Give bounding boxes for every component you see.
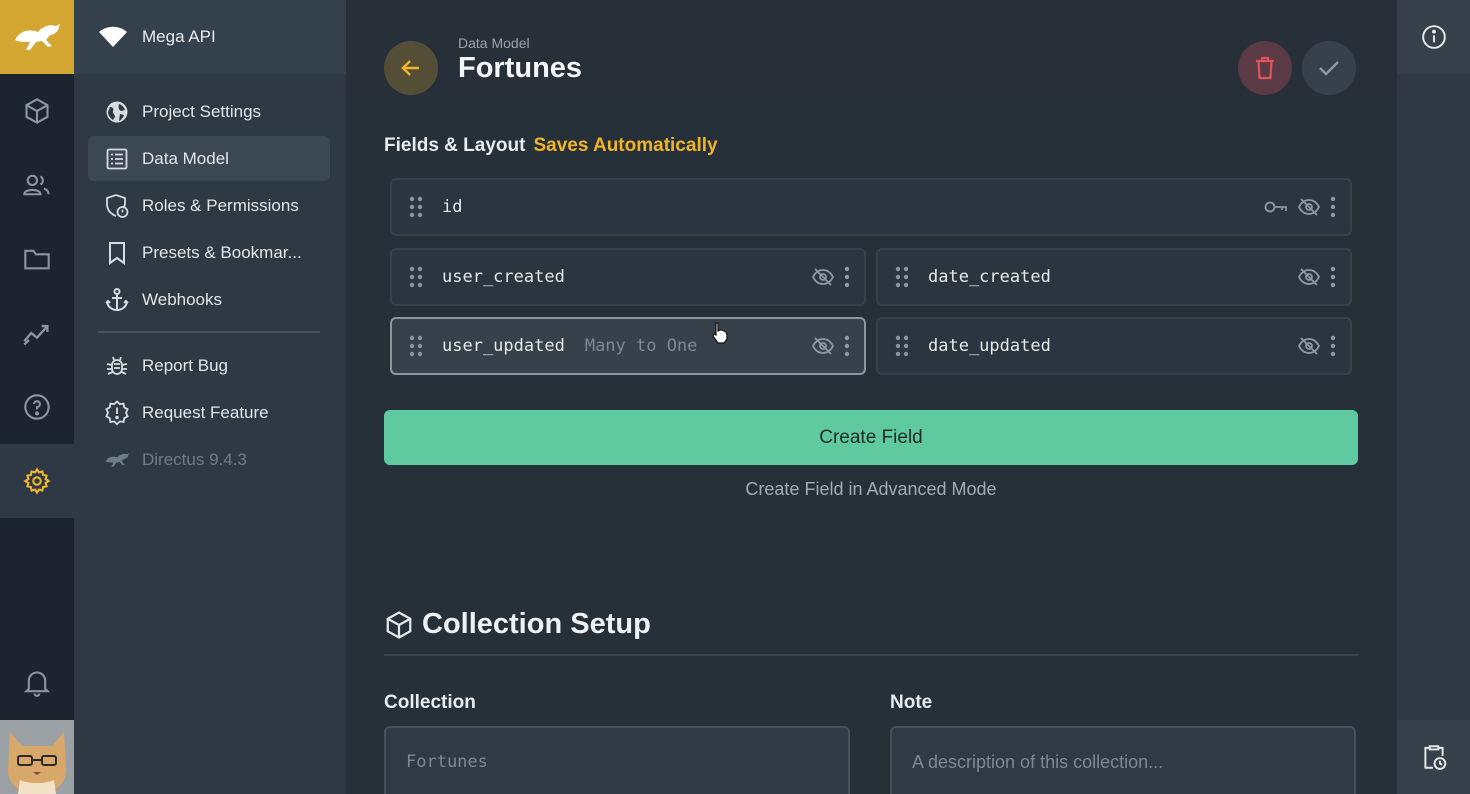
page-title: Fortunes — [458, 52, 583, 84]
drag-handle-icon[interactable] — [409, 335, 425, 357]
bookmark-icon — [104, 240, 130, 266]
collection-setup-heading: Collection Setup — [384, 608, 651, 641]
notifications-icon[interactable] — [0, 646, 74, 720]
version-label: Directus 9.4.3 — [142, 449, 247, 469]
nav-item-data-model[interactable]: Data Model — [88, 136, 330, 181]
settings-navigation: Mega API Project Settings Data Model Rol… — [74, 0, 346, 794]
badge-icon — [104, 193, 130, 219]
sidebar-right — [1397, 0, 1470, 794]
nav-item-report-bug[interactable]: Report Bug — [88, 343, 330, 388]
more-vert-icon[interactable] — [1330, 266, 1336, 288]
note-label: Note — [890, 692, 933, 713]
settings-module-icon[interactable] — [0, 444, 74, 518]
drag-handle-icon[interactable] — [409, 196, 425, 218]
field-name: date_created — [928, 267, 1051, 287]
nav-item-presets-bookmarks[interactable]: Presets & Bookmar... — [88, 230, 330, 275]
delete-button[interactable] — [1238, 41, 1292, 95]
globe-icon — [104, 99, 130, 125]
save-button[interactable] — [1302, 41, 1356, 95]
feature-icon — [104, 399, 130, 426]
drag-handle-icon[interactable] — [409, 266, 425, 288]
field-row-date-created[interactable]: date_created — [876, 248, 1352, 306]
directus-logo[interactable] — [0, 0, 74, 74]
mouse-cursor — [711, 322, 729, 349]
primary-key-icon — [1264, 200, 1288, 214]
field-row-user-updated[interactable]: user_updated Many to One — [390, 317, 866, 375]
nav-item-label: Presets & Bookmar... — [142, 242, 302, 262]
hidden-eye-icon[interactable] — [812, 268, 834, 286]
collection-name-input[interactable]: Fortunes — [384, 726, 850, 794]
nav-item-label: Webhooks — [142, 289, 223, 309]
directus-logo-icon — [104, 447, 130, 473]
divider — [384, 654, 1358, 656]
field-name: user_created — [442, 267, 565, 287]
nav-item-label: Project Settings — [142, 101, 262, 121]
more-vert-icon[interactable] — [844, 335, 850, 357]
nav-item-request-feature[interactable]: Request Feature — [88, 390, 330, 435]
avatar[interactable] — [0, 720, 74, 794]
create-field-advanced-link[interactable]: Create Field in Advanced Mode — [384, 479, 1358, 500]
autosave-label: Saves Automatically — [533, 135, 718, 156]
clipboard-clock-icon — [1423, 745, 1446, 770]
field-relation-type: Many to One — [584, 336, 698, 356]
nav-item-label: Roles & Permissions — [142, 195, 299, 215]
bug-icon — [104, 353, 130, 379]
hidden-eye-icon[interactable] — [812, 337, 834, 355]
list-icon — [104, 146, 130, 172]
drag-handle-icon[interactable] — [895, 335, 911, 357]
collection-setup-title: Collection Setup — [422, 608, 651, 640]
content-module-icon[interactable] — [0, 74, 74, 148]
create-field-button[interactable]: Create Field — [384, 410, 1358, 465]
nav-item-webhooks[interactable]: Webhooks — [88, 277, 330, 322]
anchor-icon — [104, 287, 130, 313]
breadcrumb[interactable]: Data Model — [458, 35, 530, 51]
nav-item-label: Request Feature — [142, 402, 269, 422]
field-name: date_updated — [928, 336, 1051, 356]
field-name: id — [442, 197, 463, 217]
info-icon — [1421, 25, 1446, 49]
hidden-eye-icon[interactable] — [1298, 268, 1320, 286]
main-content: Data Model Fortunes Fields & Layout Saves… — [346, 0, 1397, 794]
page-header: Data Model Fortunes — [346, 0, 1397, 104]
nav-item-project-settings[interactable]: Project Settings — [88, 89, 330, 134]
note-input[interactable]: A description of this collection... — [890, 726, 1356, 794]
more-vert-icon[interactable] — [844, 266, 850, 288]
info-button[interactable] — [1397, 0, 1470, 74]
check-icon — [1319, 61, 1339, 76]
files-module-icon[interactable] — [0, 222, 74, 296]
field-row-user-created[interactable]: user_created — [390, 248, 866, 306]
fields-layout-heading: Fields & Layout Saves Automatically — [384, 135, 718, 157]
drag-handle-icon[interactable] — [895, 266, 911, 288]
help-icon[interactable] — [0, 370, 74, 444]
project-header[interactable]: Mega API — [74, 0, 346, 74]
users-module-icon[interactable] — [0, 148, 74, 222]
hidden-eye-icon[interactable] — [1298, 337, 1320, 355]
fields-layout-label: Fields & Layout — [384, 135, 526, 156]
nav-divider — [98, 331, 320, 333]
trash-icon — [1256, 56, 1274, 80]
collection-label: Collection — [384, 692, 476, 713]
back-button[interactable] — [384, 41, 438, 95]
more-vert-icon[interactable] — [1330, 335, 1336, 357]
nav-item-roles-permissions[interactable]: Roles & Permissions — [88, 183, 330, 228]
module-bar — [0, 0, 74, 794]
field-row-id[interactable]: id — [390, 178, 1352, 236]
arrow-left-icon — [401, 60, 419, 76]
project-name: Mega API — [142, 27, 216, 46]
field-row-date-updated[interactable]: date_updated — [876, 317, 1352, 375]
nav-item-label: Data Model — [142, 148, 229, 168]
insights-module-icon[interactable] — [0, 296, 74, 370]
nav-item-version[interactable]: Directus 9.4.3 — [88, 437, 330, 482]
revisions-button[interactable] — [1397, 720, 1470, 794]
more-vert-icon[interactable] — [1330, 196, 1336, 218]
nav-item-label: Report Bug — [142, 355, 228, 375]
field-name: user_updated — [442, 336, 565, 356]
wifi-icon — [98, 26, 128, 48]
box-icon — [384, 610, 414, 640]
hidden-eye-icon[interactable] — [1298, 198, 1320, 216]
